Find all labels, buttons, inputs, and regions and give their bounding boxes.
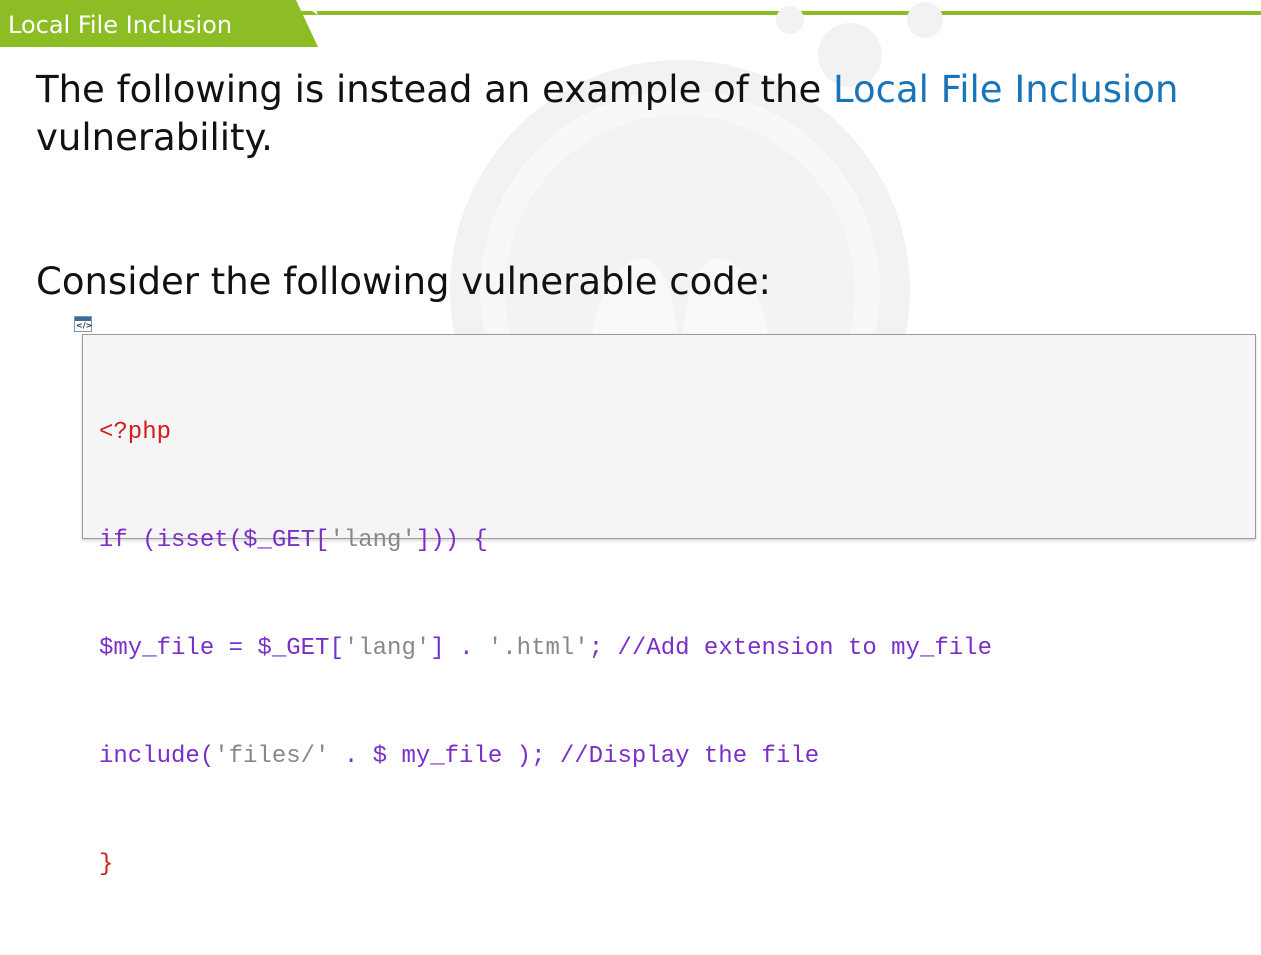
code-lines: <?php if (isset($_GET['lang'])) { $my_fi… (99, 343, 992, 955)
section-tab: Local File Inclusion (0, 0, 320, 47)
code-icon: </> (74, 316, 92, 332)
code-include-call: include( (99, 743, 215, 770)
intro-text-start: The following is instead an example of t… (36, 68, 833, 111)
code-comment-extension: ; //Add extension to my_file (588, 635, 992, 662)
code-icon-label: </> (76, 321, 93, 330)
code-line-1: <?php (99, 415, 992, 451)
code-string-files: 'files/' (214, 743, 330, 770)
code-line-3: $my_file = $_GET['lang'] . '.html'; //Ad… (99, 631, 992, 667)
code-closing-brace: } (99, 851, 114, 878)
code-if-close: ])) { (415, 527, 488, 554)
intro-text-end: vulnerability. (36, 116, 273, 159)
code-line-2: if (isset($_GET['lang'])) { (99, 523, 992, 559)
section-tab-label: Local File Inclusion (8, 11, 233, 39)
code-concat: ] . (430, 635, 488, 662)
intro-paragraph: The following is instead an example of t… (36, 66, 1226, 162)
code-string-lang: 'lang' (329, 527, 416, 554)
intro-highlight-term: Local File Inclusion (833, 68, 1179, 111)
code-assignment: $my_file = $_GET[ (99, 635, 344, 662)
code-if-statement: if (isset($_GET[ (99, 527, 330, 554)
code-line-5: } (99, 847, 992, 883)
code-intro-paragraph: Consider the following vulnerable code: (36, 260, 771, 303)
code-include-rest: . $ my_file ); //Display the file (329, 743, 820, 770)
code-string-html: '.html' (487, 635, 589, 662)
code-block: <?php if (isset($_GET['lang'])) { $my_fi… (82, 334, 1256, 878)
code-string-lang-2: 'lang' (343, 635, 431, 662)
code-php-open-tag: <?php (99, 419, 172, 446)
code-line-4: include('files/' . $ my_file ); //Displa… (99, 739, 992, 775)
